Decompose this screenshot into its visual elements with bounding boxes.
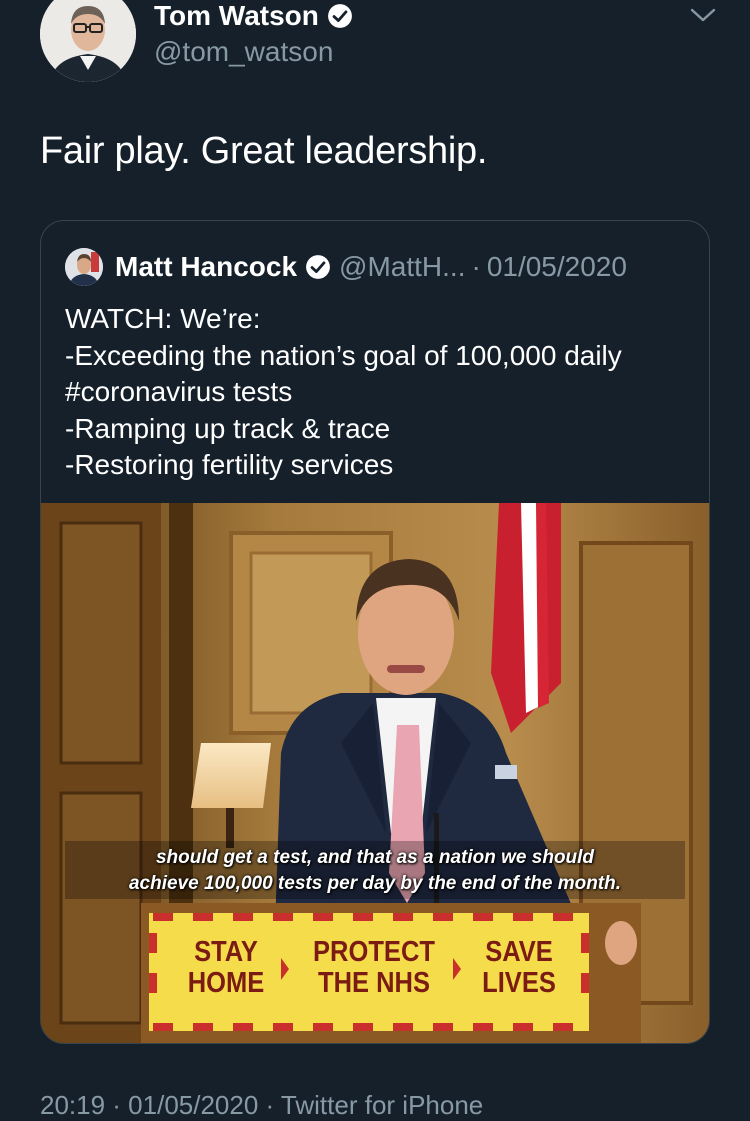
quoted-author-avatar	[65, 248, 103, 286]
sign-text: PROTECT THE NHS	[299, 937, 449, 999]
author-name-row[interactable]: Tom Watson	[154, 0, 353, 32]
verified-badge-icon	[306, 255, 330, 279]
quoted-tweet-header: Matt Hancock @MattH... · 01/05/2020	[65, 247, 627, 287]
tweet-timestamp: 20:19 · 01/05/2020 · Twitter for iPhone	[40, 1090, 483, 1121]
subtitle-line: achieve 100,000 tests per day by the end…	[128, 873, 622, 894]
quoted-tweet-card[interactable]: Matt Hancock @MattH... · 01/05/2020 WATC…	[40, 220, 710, 1044]
quoted-tweet-text: WATCH: We’re: -Exceeding the nation’s go…	[65, 301, 705, 484]
quoted-author-avatar-image	[65, 248, 103, 286]
author-avatar-image	[40, 0, 136, 82]
quoted-text-line: -Restoring fertility services	[65, 449, 394, 480]
sign-word: STAY	[194, 936, 258, 968]
chevron-down-icon[interactable]	[688, 4, 718, 26]
sign-text: STAY HOME	[169, 937, 283, 999]
tweet-timestamp-text: 20:19 · 01/05/2020 · Twitter for iPhone	[40, 1090, 484, 1120]
sign-word: THE NHS	[317, 967, 431, 999]
video-player[interactable]: should get a test, and that as a nation …	[41, 503, 709, 1043]
quoted-text-line: -Ramping up track & trace	[65, 412, 391, 444]
video-subtitle: should get a test, and that as a nation …	[65, 845, 685, 897]
sign-word: HOME	[187, 967, 265, 999]
verified-badge-icon	[327, 4, 352, 28]
tweet-text: Fair play. Great leadership.	[40, 130, 488, 172]
subtitle-line: should get a test, and that as a nation …	[155, 847, 595, 868]
sign-word: PROTECT	[313, 936, 435, 968]
hashtag-line: #coronavirus tests	[65, 376, 293, 407]
quoted-text-line: -Exceeding the nation’s goal of 100,000 …	[65, 339, 622, 371]
quoted-text-line: WATCH: We’re:	[65, 303, 261, 334]
author-handle[interactable]: @tom_watson	[154, 36, 333, 68]
author-name[interactable]: Tom Watson	[154, 0, 319, 32]
quoted-author-name: Matt Hancock	[115, 251, 298, 282]
sign-word: LIVES	[482, 967, 556, 999]
podium-sign: STAY HOME PROTECT THE NHS SAVE LIVES	[149, 913, 589, 1031]
quoted-author-handle: @MattH...	[339, 251, 466, 282]
author-avatar[interactable]	[40, 0, 136, 82]
quoted-tweet-date: 01/05/2020	[486, 251, 627, 282]
sign-word: SAVE	[485, 936, 553, 968]
sign-text: SAVE LIVES	[466, 937, 572, 999]
separator-dot: ·	[471, 251, 481, 282]
